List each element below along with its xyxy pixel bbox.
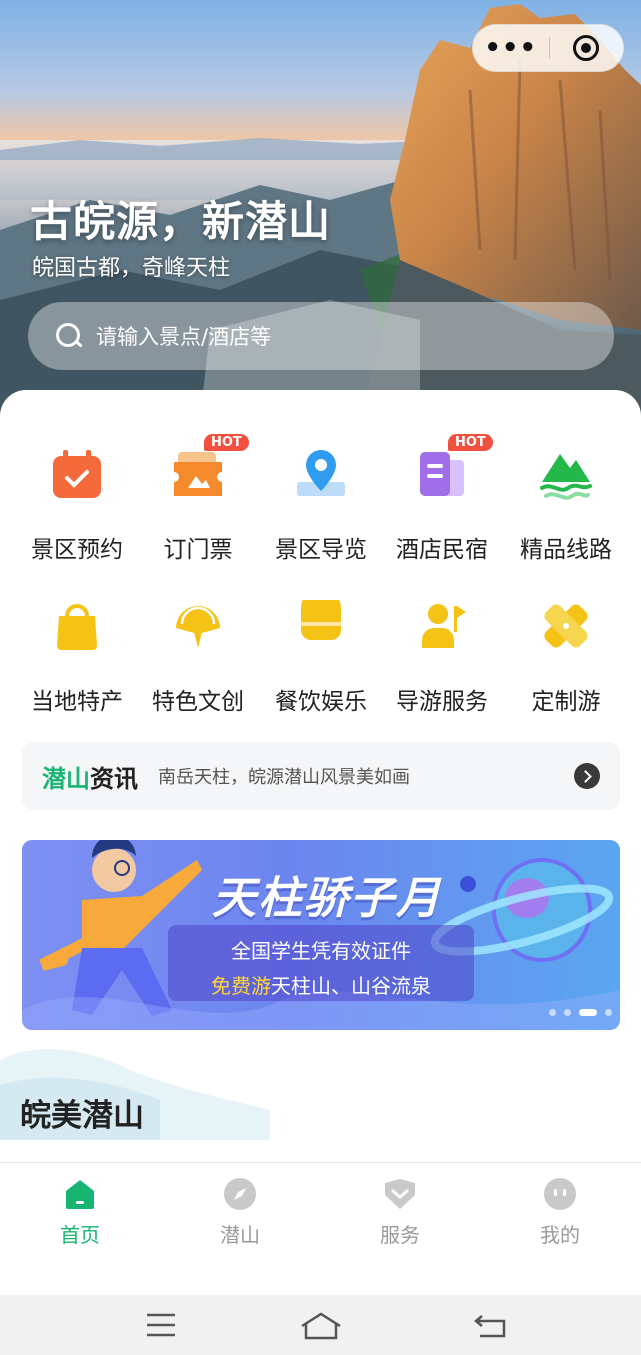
ticket-icon <box>174 452 222 496</box>
hero-subtitle: 皖国古都，奇峰天柱 <box>32 256 231 281</box>
grid-item-label: 餐饮娱乐 <box>275 689 367 715</box>
banner-highlight: 免费游 <box>211 974 271 998</box>
service-icon <box>385 1179 415 1209</box>
search-placeholder: 请输入景点/酒店等 <box>96 325 272 349</box>
banner-line-1: 全国学生凭有效证件 <box>231 939 411 963</box>
banner-line-2-rest: 天柱山、山谷流泉 <box>271 974 431 998</box>
tab-label: 首页 <box>60 1223 100 1247</box>
banner-line-2: 免费游天柱山、山谷流泉 <box>168 970 474 999</box>
grid-item-routes[interactable]: 精品线路 <box>502 448 630 568</box>
mini-program-capsule: ••• <box>472 24 624 72</box>
tab-home[interactable]: 首页 <box>0 1177 160 1248</box>
search-bar[interactable]: 请输入景点/酒店等 <box>28 302 614 370</box>
calendar-icon <box>53 450 101 498</box>
grid-item-label: 定制游 <box>531 689 601 715</box>
grid-item-label: 当地特产 <box>31 689 123 715</box>
chevron-right-icon[interactable] <box>574 763 600 789</box>
grid-item-scenic-guide[interactable]: 景区导览 <box>257 448 385 568</box>
profile-icon <box>544 1178 576 1210</box>
grid-item-food-entertainment[interactable]: 餐饮娱乐 <box>257 600 385 720</box>
grid-item-tickets[interactable]: HOT 订门票 <box>134 434 262 568</box>
news-title: 潜山资讯 <box>42 759 138 794</box>
hot-badge: HOT <box>204 434 249 451</box>
map-pin-icon <box>297 450 345 496</box>
tab-label: 我的 <box>540 1223 580 1247</box>
section-title: 皖美潜山 <box>20 1098 144 1134</box>
carousel-dot[interactable] <box>549 1009 556 1016</box>
tab-label: 潜山 <box>220 1223 260 1247</box>
grid-item-custom-tour[interactable]: 定制游 <box>502 600 630 720</box>
news-headline: 南岳天柱，皖源潜山风景美如画 <box>158 767 410 788</box>
search-icon <box>56 323 82 349</box>
guide-flag-icon <box>422 604 466 648</box>
tab-profile[interactable]: 我的 <box>480 1177 640 1248</box>
system-navigation-bar <box>0 1295 641 1355</box>
tab-qianshan[interactable]: 潜山 <box>160 1177 320 1248</box>
menu-icon[interactable] <box>146 1312 176 1342</box>
hot-badge: HOT <box>448 434 493 451</box>
banner-title: 天柱骄子月 <box>212 873 442 924</box>
compass-icon <box>224 1178 256 1210</box>
grid-item-local-products[interactable]: 当地特产 <box>13 600 141 720</box>
grid-item-label: 景区预约 <box>31 537 123 563</box>
carousel-dot-active[interactable] <box>579 1009 597 1016</box>
mountain-icon <box>540 454 592 500</box>
grid-item-hotel[interactable]: HOT 酒店民宿 <box>378 434 506 568</box>
grid-item-label: 订门票 <box>163 537 233 563</box>
tab-label: 服务 <box>380 1223 420 1247</box>
grid-item-label: 酒店民宿 <box>396 537 488 563</box>
bag-icon <box>57 604 97 650</box>
tab-service[interactable]: 服务 <box>320 1177 480 1248</box>
grid-item-label: 精品线路 <box>520 537 612 563</box>
grid-item-label: 导游服务 <box>396 689 488 715</box>
carousel-dot[interactable] <box>564 1009 571 1016</box>
grid-item-scenic-reservation[interactable]: 景区预约 <box>13 448 141 568</box>
bowl-icon <box>301 600 341 640</box>
grid-item-cultural-products[interactable]: 特色文创 <box>134 600 262 720</box>
fan-icon <box>176 606 220 648</box>
carousel-indicator <box>549 1009 612 1016</box>
grid-item-label: 景区导览 <box>275 537 367 563</box>
custom-tour-icon <box>544 604 588 648</box>
news-bar[interactable]: 潜山资讯 南岳天柱，皖源潜山风景美如画 <box>22 742 620 810</box>
back-icon[interactable] <box>474 1312 506 1342</box>
home-outline-icon[interactable] <box>300 1312 342 1344</box>
hero-title: 古皖源，新潜山 <box>30 197 332 246</box>
bottom-tab-bar: 首页 潜山 服务 我的 <box>0 1162 641 1294</box>
grid-item-guide-service[interactable]: 导游服务 <box>378 600 506 720</box>
hero-banner: ••• 古皖源，新潜山 皖国古都，奇峰天柱 请输入景点/酒店等 <box>0 0 641 420</box>
more-dots-icon[interactable]: ••• <box>473 24 549 72</box>
news-title-green: 潜山 <box>42 763 90 793</box>
main-content: 景区预约 HOT 订门票 景区导览 HOT 酒店民宿 精品线路 当地特产 特色文… <box>0 390 641 1162</box>
target-icon[interactable] <box>550 35 624 61</box>
hotel-icon <box>420 452 464 496</box>
carousel-dot[interactable] <box>605 1009 612 1016</box>
home-icon <box>66 1180 94 1209</box>
banner-caption-box: 全国学生凭有效证件 免费游天柱山、山谷流泉 <box>168 925 474 1001</box>
grid-item-label: 特色文创 <box>152 689 244 715</box>
news-title-dark: 资讯 <box>90 763 138 793</box>
promo-banner[interactable]: 天柱骄子月 全国学生凭有效证件 免费游天柱山、山谷流泉 <box>22 840 620 1030</box>
